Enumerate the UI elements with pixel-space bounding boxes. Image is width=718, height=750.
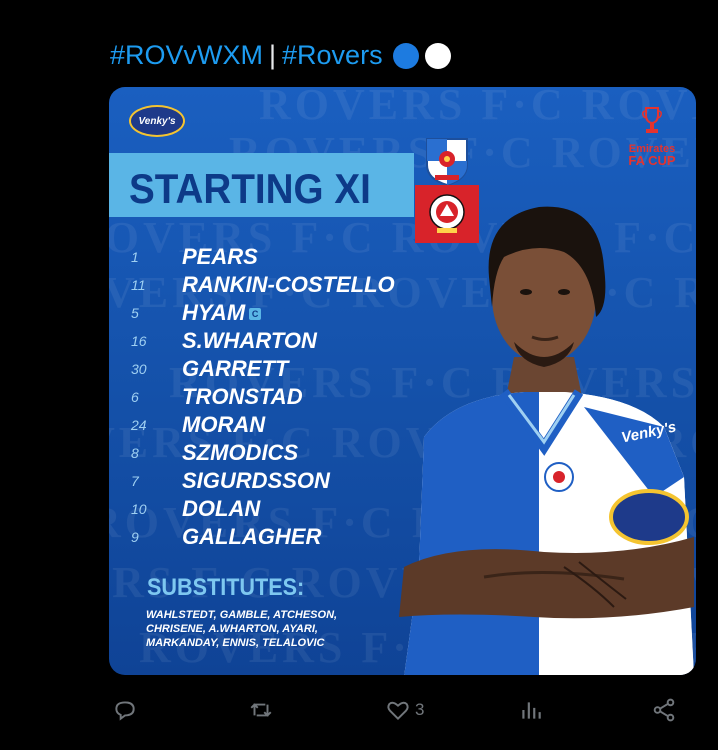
player-number: 24 [131,417,147,433]
player-name: TRONSTAD [182,384,303,409]
player-name: RANKIN-COSTELLO [182,272,395,297]
like-count: 3 [415,700,425,719]
player-name-captain: HYAM C [182,300,262,326]
player-number: 30 [131,361,147,377]
player-name: MORAN [182,412,266,437]
reply-icon [115,701,135,721]
substitutes-title: SUBSTITUTES: [147,574,305,601]
hashtag-rovwxm[interactable]: #ROVvWXM [110,40,263,71]
views-icon [522,702,541,719]
player-number: 1 [131,249,139,265]
retweet-icon [250,703,272,717]
player-name: SZMODICS [182,440,299,465]
tweet-actions: 3 [0,694,718,730]
starting-xi-graphic[interactable]: ROVERS F·C ROVERS F·C ROVERS ROVERS F·C … [109,87,696,675]
graphic-title: STARTING XI [129,165,371,212]
substitutes-line: CHRISENE, A.WHARTON, AYARI, [146,623,318,635]
player-number: 9 [131,529,139,545]
venkys-logo: Venky's [129,105,185,137]
player-number: 8 [131,445,139,461]
hashtag-rovers[interactable]: #Rovers [282,40,383,71]
captain-badge: C [249,308,262,321]
substitutes-line: WAHLSTEDT, GAMBLE, ATCHESON, [146,609,338,621]
player-number: 10 [131,501,147,517]
player-number: 16 [131,333,147,349]
player-name: DOLAN [182,496,261,521]
player-name: HYAM [182,300,246,325]
separator: | [269,40,277,70]
player-name: S.WHARTON [182,328,317,353]
player-number: 6 [131,389,139,405]
retweet-button[interactable] [248,694,274,726]
player-photo [399,206,694,675]
like-button[interactable]: 3 [385,694,424,726]
player-name: GALLAGHER [182,524,322,549]
player-number: 5 [131,305,139,321]
player-number: 11 [131,277,146,293]
heart-icon [387,701,409,721]
reply-button[interactable] [112,694,138,726]
player-name: PEARS [182,244,258,269]
blue-circle-emoji [392,42,419,69]
player-name: SIGURDSSON [182,468,330,493]
share-button[interactable] [651,694,677,726]
fa-cup-trophy-icon [642,107,662,133]
white-circle-emoji [424,42,451,69]
player-number: 7 [131,473,139,489]
tweet-text: #ROVvWXM | #Rovers [110,40,451,71]
share-icon [653,698,675,722]
player-name: GARRETT [182,356,289,381]
substitutes-line: MARKANDAY, ENNIS, TELALOVIC [146,637,325,649]
views-button[interactable] [518,694,544,726]
